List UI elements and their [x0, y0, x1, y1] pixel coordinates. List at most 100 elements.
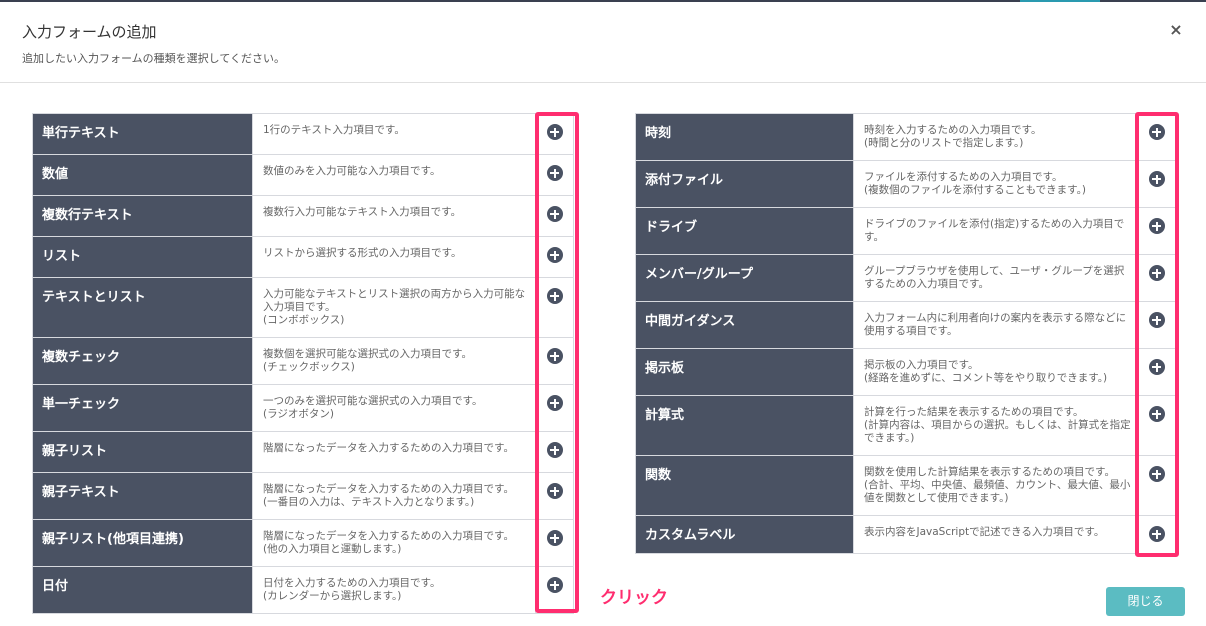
form-type-name: 計算式 [635, 395, 854, 456]
form-type-description: 掲示板の入力項目です。 (経路を進めずに、コメント等をやり取りできます。) [853, 348, 1138, 396]
description-line: 一つのみを選択可能な選択式の入力項目です。 [263, 395, 483, 407]
form-type-name: 単一チェック [32, 384, 253, 432]
description-line: (一番目の入力は、テキスト入力となります。) [263, 496, 475, 508]
description-line: 階層になったデータを入力するための入力項目です。 [263, 530, 514, 542]
form-type-row: テキストとリスト 入力可能なテキストとリスト選択の両方から入力可能な 入力項目です。… [32, 277, 574, 338]
description-line: (他の入力項目と運動します。) [263, 543, 402, 555]
description-line: (時間と分のリストで指定します。) [864, 137, 1024, 149]
form-type-name: カスタムラベル [635, 515, 854, 554]
form-type-description: 入力可能なテキストとリスト選択の両方から入力可能な 入力項目です。 (コンボボックス… [252, 277, 536, 338]
click-annotation: クリック [600, 588, 668, 608]
form-type-description: 数値のみを入力可能な入力項目です。 [252, 154, 536, 196]
modal-header: 入力フォームの追加 追加したい入力フォームの種類を選択してください。 × [0, 2, 1206, 83]
form-type-row: 親子リスト 階層になったデータを入力するための入力項目です。 [32, 431, 574, 473]
form-type-name: 数値 [32, 154, 253, 196]
description-line: (ラジオボタン) [263, 408, 334, 420]
description-line: グループブラウザを使用して、ユーザ・グループを選択 [864, 265, 1125, 277]
form-type-row: 計算式 計算を行った結果を表示するための項目です。 (計算内容は、項目からの選択。も… [635, 395, 1176, 456]
description-line: 入力可能なテキストとリスト選択の両方から入力可能な [263, 288, 526, 300]
form-type-row: 日付 日付を入力するための入力項目です。 (カレンダーから選択します。) [32, 566, 574, 614]
description-line: 関数を使用した計算結果を表示するための項目です。 [864, 466, 1115, 478]
form-type-description: 関数を使用した計算結果を表示するための項目です。 (合計、平均、中央値、最頻値、カ… [853, 455, 1138, 516]
form-type-table-left: 単行テキスト 1行のテキスト入力項目です。 数値 数値のみを入力可能な入力項目です。複… [32, 113, 574, 614]
form-type-name: メンバー/グループ [635, 254, 854, 302]
form-type-description: リストから選択する形式の入力項目です。 [252, 236, 536, 278]
description-line: ドライブのファイルを添付(指定)するための入力項目で [864, 218, 1125, 230]
form-type-description: 一つのみを選択可能な選択式の入力項目です。 (ラジオボタン) [252, 384, 536, 432]
form-type-row: 掲示板 掲示板の入力項目です。 (経路を進めずに、コメント等をやり取りできます。) [635, 348, 1176, 396]
description-line: 複数個を選択可能な選択式の入力項目です。 [263, 348, 472, 360]
form-type-row: 複数行テキスト 複数行入力可能なテキスト入力項目です。 [32, 195, 574, 237]
add-buttons-highlight-left [535, 112, 579, 613]
description-line: 時刻を入力するための入力項目です。 [864, 124, 1042, 136]
form-type-description: 複数行入力可能なテキスト入力項目です。 [252, 195, 536, 237]
form-type-description: 階層になったデータを入力するための入力項目です。 (他の入力項目と運動します。) [252, 519, 536, 567]
description-line: 使用する項目です。 [864, 325, 958, 337]
form-type-description: ドライブのファイルを添付(指定)するための入力項目で す。 [853, 207, 1138, 255]
form-type-row: メンバー/グループ グループブラウザを使用して、ユーザ・グループを選択 するための入… [635, 254, 1176, 302]
form-type-row: 親子テキスト 階層になったデータを入力するための入力項目です。 (一番目の入力は、テ… [32, 472, 574, 520]
description-line: 入力項目です。 [263, 301, 336, 313]
description-line: するための入力項目です。 [864, 278, 989, 290]
description-line: (経路を進めずに、コメント等をやり取りできます。) [864, 372, 1108, 384]
form-type-row: リスト リストから選択する形式の入力項目です。 [32, 236, 574, 278]
close-button[interactable]: 閉じる [1106, 587, 1185, 616]
description-line: (チェックボックス) [263, 361, 355, 373]
modal-title: 入力フォームの追加 [22, 23, 157, 41]
description-line: 1行のテキスト入力項目です。 [263, 124, 405, 136]
description-line: 階層になったデータを入力するための入力項目です。 [263, 483, 514, 495]
form-type-description: グループブラウザを使用して、ユーザ・グループを選択 するための入力項目です。 [853, 254, 1138, 302]
form-type-row: 関数 関数を使用した計算結果を表示するための項目です。 (合計、平均、中央値、最頻値… [635, 455, 1176, 516]
form-type-name: 日付 [32, 566, 253, 614]
description-line: (カレンダーから選択します。) [263, 590, 402, 602]
add-buttons-highlight-right [1135, 112, 1179, 557]
description-line: (計算内容は、項目からの選択。もしくは、計算式を指定 [864, 419, 1131, 431]
form-type-row: カスタムラベル 表示内容をJavaScriptで記述できる入力項目です。 [635, 515, 1176, 554]
form-type-description: 複数個を選択可能な選択式の入力項目です。 (チェックボックス) [252, 337, 536, 385]
description-line: (コンボボックス) [263, 314, 345, 326]
description-line: 値を関数として使用できます。) [864, 492, 1009, 504]
form-type-row: 親子リスト(他項目連携) 階層になったデータを入力するための入力項目です。 (他の入… [32, 519, 574, 567]
form-type-name: 掲示板 [635, 348, 854, 396]
form-type-description: 日付を入力するための入力項目です。 (カレンダーから選択します。) [252, 566, 536, 614]
description-line: (複数個のファイルを添付することもできます。) [864, 184, 1086, 196]
form-type-name: 添付ファイル [635, 160, 854, 208]
modal-subtitle: 追加したい入力フォームの種類を選択してください。 [22, 52, 286, 65]
form-type-name: ドライブ [635, 207, 854, 255]
description-line: ファイルを添付するための入力項目です。 [864, 171, 1063, 183]
form-type-name: 関数 [635, 455, 854, 516]
form-type-description: 時刻を入力するための入力項目です。 (時間と分のリストで指定します。) [853, 113, 1138, 161]
form-type-name: テキストとリスト [32, 277, 253, 338]
close-icon[interactable]: × [1166, 20, 1186, 40]
description-line: 階層になったデータを入力するための入力項目です。 [263, 442, 514, 454]
form-type-row: 時刻 時刻を入力するための入力項目です。 (時間と分のリストで指定します。) [635, 113, 1176, 161]
form-type-description: 入力フォーム内に利用者向けの案内を表示する際などに 使用する項目です。 [853, 301, 1138, 349]
form-type-description: 階層になったデータを入力するための入力項目です。 (一番目の入力は、テキスト入力と… [252, 472, 536, 520]
form-type-row: 複数チェック 複数個を選択可能な選択式の入力項目です。 (チェックボックス) [32, 337, 574, 385]
form-type-name: 時刻 [635, 113, 854, 161]
form-type-row: 単一チェック 一つのみを選択可能な選択式の入力項目です。 (ラジオボタン) [32, 384, 574, 432]
form-type-name: 複数チェック [32, 337, 253, 385]
form-type-name: 単行テキスト [32, 113, 253, 155]
form-type-name: 親子リスト [32, 431, 253, 473]
description-line: できます。) [864, 432, 915, 444]
form-type-name: 中間ガイダンス [635, 301, 854, 349]
form-type-name: 親子テキスト [32, 472, 253, 520]
description-line: (合計、平均、中央値、最頻値、カウント、最大値、最小 [864, 479, 1131, 491]
form-type-description: 表示内容をJavaScriptで記述できる入力項目です。 [853, 515, 1138, 554]
form-type-description: 1行のテキスト入力項目です。 [252, 113, 536, 155]
description-line: 表示内容をJavaScriptで記述できる入力項目です。 [864, 526, 1105, 538]
description-line: 計算を行った結果を表示するための項目です。 [864, 406, 1084, 418]
description-line: リストから選択する形式の入力項目です。 [263, 247, 462, 259]
form-type-row: 中間ガイダンス 入力フォーム内に利用者向けの案内を表示する際などに 使用する項目です… [635, 301, 1176, 349]
form-type-row: 添付ファイル ファイルを添付するための入力項目です。 (複数個のファイルを添付するこ… [635, 160, 1176, 208]
description-line: 日付を入力するための入力項目です。 [263, 577, 441, 589]
form-type-description: ファイルを添付するための入力項目です。 (複数個のファイルを添付することもできます… [853, 160, 1138, 208]
form-type-table-right: 時刻 時刻を入力するための入力項目です。 (時間と分のリストで指定します。) 添付ファ… [635, 113, 1176, 554]
description-line: 掲示板の入力項目です。 [864, 359, 979, 371]
description-line: す。 [864, 231, 884, 243]
description-line: 入力フォーム内に利用者向けの案内を表示する際などに [864, 312, 1127, 324]
form-type-name: リスト [32, 236, 253, 278]
form-type-description: 計算を行った結果を表示するための項目です。 (計算内容は、項目からの選択。もしくは… [853, 395, 1138, 456]
form-type-row: 単行テキスト 1行のテキスト入力項目です。 [32, 113, 574, 155]
